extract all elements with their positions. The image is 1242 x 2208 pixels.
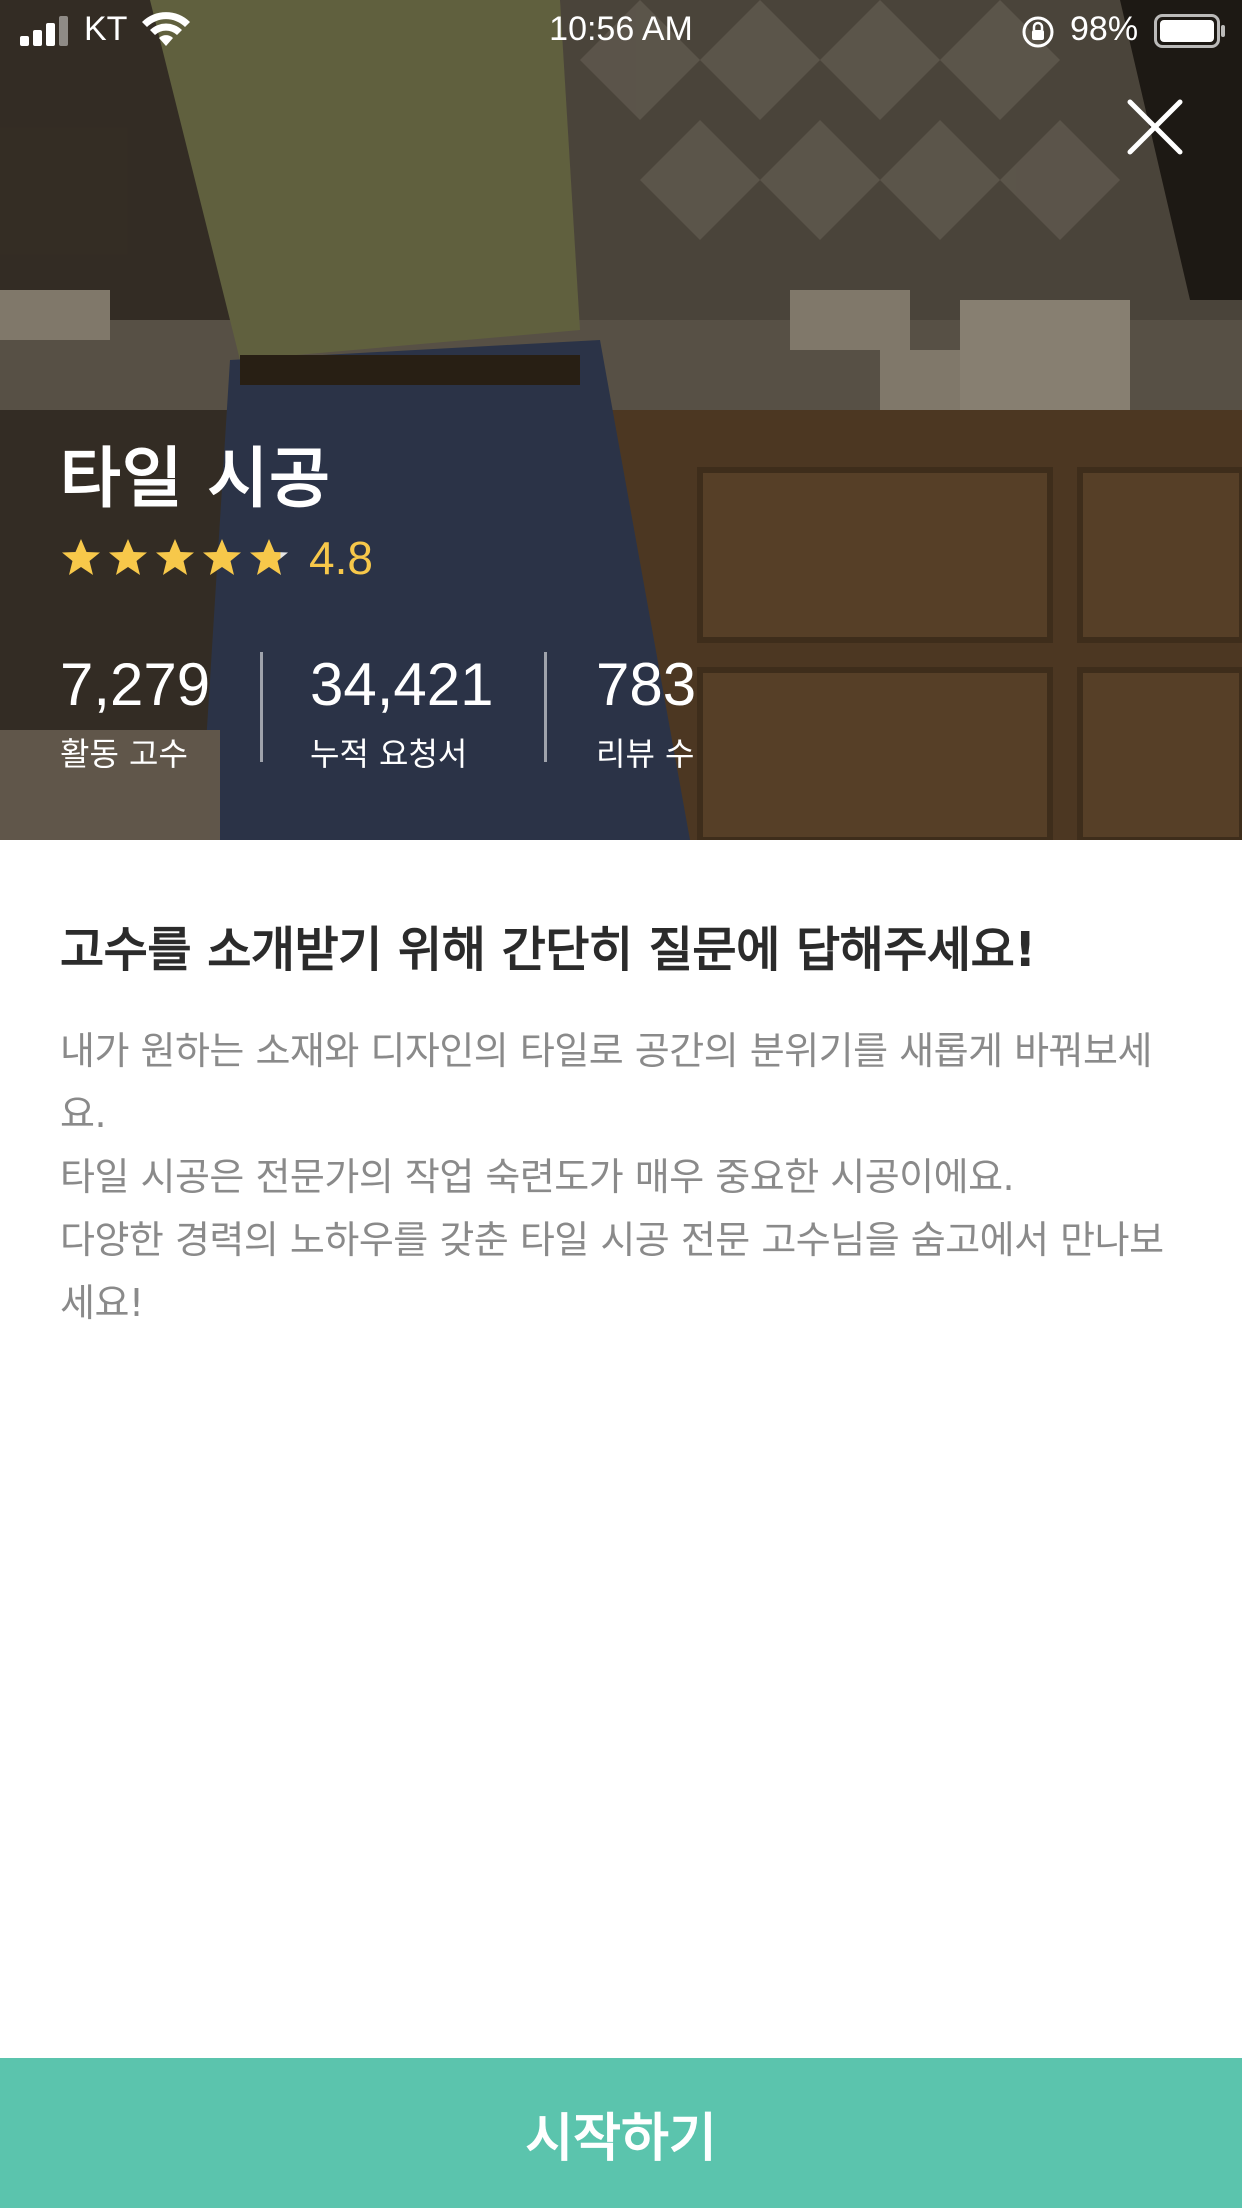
star-icon <box>250 539 288 575</box>
description-paragraph: 내가 원하는 소재와 디자인의 타일로 공간의 분위기를 새롭게 바꿔보세요. <box>60 1029 1152 1136</box>
star-rating <box>60 537 295 579</box>
stat-divider <box>260 652 263 762</box>
rating-value: 4.8 <box>309 532 373 584</box>
star-icon <box>62 539 100 575</box>
start-button-label: 시작하기 <box>525 2108 717 2169</box>
stat-value: 783 <box>596 651 697 718</box>
stat-value: 7,279 <box>60 651 211 718</box>
star-icon <box>156 539 194 575</box>
description-paragraph: 타일 시공은 전문가의 작업 숙련도가 매우 중요한 시공이에요. <box>60 1155 1015 1199</box>
stat-active-pros: 7,279 활동 고수 <box>60 650 210 775</box>
battery-percent: 98% <box>1070 10 1139 48</box>
stat-review-count: 783 리뷰 수 <box>596 650 696 775</box>
stat-label: 활동 고수 <box>60 735 188 773</box>
service-title: 타일 시공 <box>60 440 331 517</box>
star-icon <box>203 539 241 575</box>
rating: 4.8 <box>60 530 373 586</box>
stat-value: 34,421 <box>310 651 494 718</box>
stat-label: 누적 요청서 <box>310 735 468 773</box>
stat-label: 리뷰 수 <box>596 735 695 773</box>
start-button[interactable]: 시작하기 <box>0 2058 1242 2208</box>
stat-divider <box>544 652 547 762</box>
orientation-lock-icon <box>1022 16 1054 48</box>
description-paragraph: 다양한 경력의 노하우를 갖춘 타일 시공 전문 고수님을 숨고에서 만나보세요… <box>60 1218 1164 1325</box>
description: 내가 원하는 소재와 디자인의 타일로 공간의 분위기를 새롭게 바꿔보세요. … <box>60 1020 1190 1335</box>
stat-total-requests: 34,421 누적 요청서 <box>310 650 494 775</box>
status-bar: KT 10:56 AM 98% <box>0 0 1242 62</box>
battery-icon <box>1154 14 1225 48</box>
star-icon <box>109 539 147 575</box>
hero-banner: KT 10:56 AM 98% 타일 시공 4.8 7,279 활동 고수 34… <box>0 0 1242 840</box>
headline: 고수를 소개받기 위해 간단히 질문에 답해주세요! <box>60 922 1036 978</box>
close-icon[interactable] <box>1118 90 1192 164</box>
